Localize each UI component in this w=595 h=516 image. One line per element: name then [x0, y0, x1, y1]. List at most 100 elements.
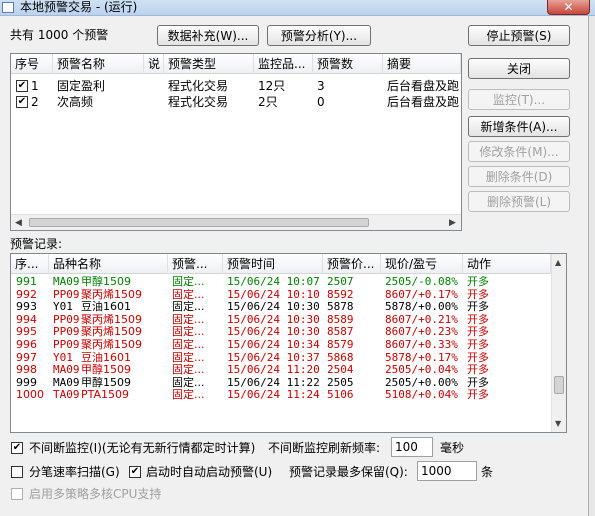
record-row[interactable]: 991 MA09 甲醇1509 固定... 15/06/24 10:07 2507 2505…	[11, 276, 551, 288]
rec-col-kind[interactable]: 预警...	[168, 254, 223, 274]
record-action: 开多	[467, 326, 489, 339]
record-price: 2505	[327, 376, 354, 389]
close-button[interactable]: 关闭	[468, 58, 570, 79]
record-kind: 固定...	[172, 276, 205, 288]
condition-enabled-checkbox[interactable]: ✔	[16, 96, 28, 108]
rec-col-price[interactable]: 预警价...	[323, 254, 381, 274]
record-name: PTA1509	[81, 389, 130, 402]
continuous-monitor-checkbox[interactable]: ✔	[11, 442, 23, 454]
refresh-interval-unit: 毫秒	[440, 441, 465, 455]
records-vscrollbar[interactable]: ▲ ▼	[551, 254, 566, 432]
scroll-down-icon[interactable]: ▼	[555, 419, 561, 428]
check-icon: ✔	[130, 466, 140, 477]
record-price: 8579	[327, 339, 354, 351]
record-code: MA09	[53, 276, 79, 288]
record-no: 996	[16, 339, 37, 351]
record-kind: 固定...	[172, 288, 205, 301]
max-records-unit: 条	[481, 465, 494, 479]
record-row[interactable]: 1000 TA09 PTA1509 固定... 15/06/24 11:24 5106 51…	[11, 389, 551, 401]
conditions-hscrollbar[interactable]: ◀ ▶	[11, 214, 461, 230]
conditions-table[interactable]: 序号 预警名称 说 预警类型 监控品... 预警数 摘要 ✔ 1 固定盈利 程式化交易…	[10, 53, 462, 231]
alert-analysis-button[interactable]: 预警分析(Y)...	[267, 25, 371, 46]
rec-col-name[interactable]: 品种名称	[49, 254, 168, 274]
delete-alert-button[interactable]: 删除预警(L)	[468, 191, 570, 212]
record-price: 8587	[327, 326, 354, 339]
record-name: 甲醇1509	[81, 364, 131, 377]
rec-col-time[interactable]: 预警时间	[223, 254, 323, 274]
record-action: 开多	[467, 351, 489, 364]
condition-summary: 后台看盘及跑	[387, 79, 460, 93]
record-price: 2504	[327, 364, 354, 377]
data-supplement-button[interactable]: 数据补充(W)...	[157, 25, 259, 46]
auto-start-label: 启动时自动启动预警(U)	[146, 465, 273, 479]
vscroll-thumb[interactable]	[554, 376, 564, 394]
record-code: PP09	[53, 288, 79, 301]
record-row[interactable]: 997 Y01 豆油1601 固定... 15/06/24 10:37 5868 5878/…	[11, 352, 551, 364]
record-price: 2507	[327, 276, 354, 288]
col-header-name[interactable]: 预警名称	[53, 54, 144, 74]
window-close-button[interactable]: ✕	[547, 0, 590, 15]
modify-condition-button[interactable]: 修改条件(M)...	[468, 141, 570, 162]
record-row[interactable]: 995 PP09 聚丙烯1509 固定... 15/06/24 10:30 8587 860…	[11, 326, 551, 338]
max-records-input[interactable]: 1000	[417, 461, 477, 481]
record-code: Y01	[53, 301, 73, 314]
record-pnl: 8607/+0.17%	[385, 288, 458, 301]
condition-count: 0	[317, 95, 325, 109]
record-action: 开多	[467, 389, 489, 402]
scroll-up-icon[interactable]: ▲	[555, 258, 561, 267]
window-edge	[588, 16, 595, 516]
record-no: 994	[16, 313, 37, 326]
scroll-thumb[interactable]	[29, 218, 369, 227]
record-row[interactable]: 993 Y01 豆油1601 固定... 15/06/24 10:30 5878 5878/…	[11, 301, 551, 313]
condition-row[interactable]: ✔ 1 固定盈利 程式化交易 12只 3 后台看盘及跑	[11, 78, 461, 94]
rec-col-pnl[interactable]: 现价/盈亏	[381, 254, 463, 274]
app-icon	[2, 2, 14, 13]
col-header-index[interactable]: 序号	[11, 54, 53, 74]
monitor-button[interactable]: 监控(T)...	[468, 89, 570, 110]
record-action: 开多	[467, 364, 489, 377]
record-action: 开多	[467, 301, 489, 314]
record-code: MA09	[53, 364, 79, 377]
record-row[interactable]: 992 PP09 聚丙烯1509 固定... 15/06/24 10:10 8592 860…	[11, 289, 551, 301]
record-row[interactable]: 999 MA09 甲醇1509 固定... 15/06/24 11:22 2505 2505…	[11, 377, 551, 389]
scroll-left-icon[interactable]: ◀	[15, 218, 22, 228]
scroll-right-icon[interactable]: ▶	[449, 218, 456, 228]
record-time: 15/06/24 10:30	[227, 326, 320, 339]
delete-condition-button[interactable]: 删除条件(D)	[468, 166, 570, 187]
col-header-monitor[interactable]: 监控品...	[254, 54, 313, 74]
record-pnl: 2505/-0.08%	[385, 276, 458, 288]
record-name: 豆油1601	[81, 351, 131, 364]
condition-type: 程式化交易	[168, 95, 229, 109]
record-kind: 固定...	[172, 301, 205, 314]
record-kind: 固定...	[172, 351, 205, 364]
record-row[interactable]: 994 PP09 聚丙烯1509 固定... 15/06/24 10:30 8589 860…	[11, 314, 551, 326]
refresh-interval-input[interactable]: 100	[391, 437, 433, 457]
record-row[interactable]: 998 MA09 甲醇1509 固定... 15/06/24 11:20 2504 2505…	[11, 364, 551, 376]
auto-start-checkbox[interactable]: ✔	[129, 466, 141, 478]
records-header: 序... 品种名称 预警... 预警时间 预警价... 现价/盈亏 动作	[11, 254, 566, 274]
alert-count-prefix: 共有	[10, 28, 35, 42]
record-pnl: 5878/+0.00%	[385, 301, 458, 314]
tick-scan-checkbox[interactable]	[11, 466, 23, 478]
condition-enabled-checkbox[interactable]: ✔	[16, 80, 28, 92]
stop-alert-button[interactable]: 停止预警(S)	[468, 25, 570, 46]
records-table[interactable]: 序... 品种名称 预警... 预警时间 预警价... 现价/盈亏 动作 991…	[10, 253, 567, 433]
record-no: 997	[16, 351, 37, 364]
col-header-type[interactable]: 预警类型	[164, 54, 254, 74]
record-kind: 固定...	[172, 376, 205, 389]
col-header-note[interactable]: 说	[144, 54, 164, 74]
title-bar: 本地预警交易 - (运行)	[0, 0, 595, 16]
record-code: TA09	[53, 389, 79, 402]
col-header-count[interactable]: 预警数	[313, 54, 383, 74]
rec-col-action[interactable]: 动作	[463, 254, 551, 274]
record-name: 聚丙烯1509	[81, 339, 142, 351]
condition-row[interactable]: ✔ 2 次高频 程式化交易 2只 0 后台看盘及跑	[11, 94, 461, 110]
rec-col-no[interactable]: 序...	[11, 254, 49, 274]
record-time: 15/06/24 10:07	[227, 276, 320, 288]
record-name: 聚丙烯1509	[81, 326, 142, 339]
alert-count-suffix: 个预警	[72, 28, 109, 42]
add-condition-button[interactable]: 新增条件(A)...	[468, 116, 570, 137]
record-row[interactable]: 996 PP09 聚丙烯1509 固定... 15/06/24 10:34 8579 860…	[11, 339, 551, 351]
col-header-summary[interactable]: 摘要	[383, 54, 461, 74]
multi-core-checkbox[interactable]	[11, 488, 23, 500]
